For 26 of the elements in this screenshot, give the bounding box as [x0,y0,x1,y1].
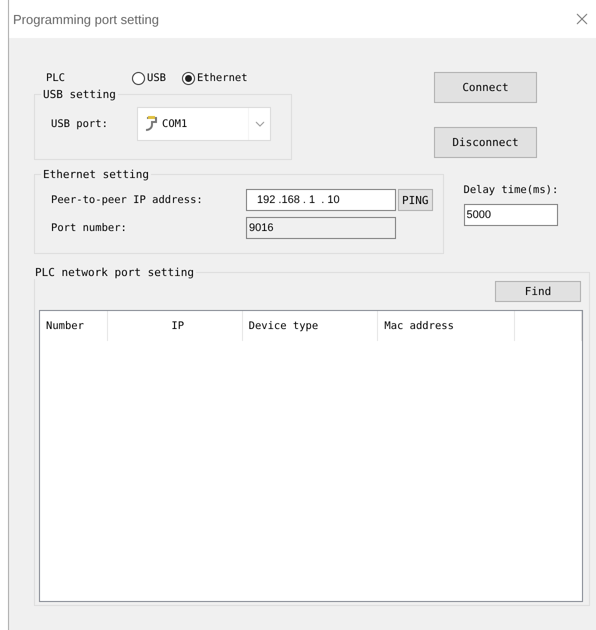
column-header[interactable]: IP [108,311,243,341]
delay-time-field[interactable]: 5000 [464,204,558,226]
group-title: Ethernet setting [42,168,150,181]
ping-button[interactable]: PING [398,189,432,211]
dialog-button[interactable]: Disconnect [434,127,537,158]
group-title: PLC network port setting [34,266,195,279]
column-header[interactable]: Device type [242,311,378,341]
plc-label: PLC [46,72,66,84]
ip-address-field[interactable]: 192 .168 . 1 . 10 [246,189,396,211]
port-number-label: Port number: [51,222,128,234]
dialog-button[interactable]: Connect [434,72,537,103]
delay-time-label: Delay time(ms): [464,184,558,196]
radio-option[interactable]: Ethernet [182,72,248,84]
find-button[interactable]: Find [495,281,581,302]
plug-icon [144,116,158,132]
radio-option[interactable]: USB [132,72,166,84]
close-icon[interactable] [576,13,588,25]
usb-port-label: USB port: [51,118,109,130]
window-title: Programming port setting [13,12,159,26]
ip-label: Peer-to-peer IP address: [51,194,204,206]
column-header[interactable]: Number [40,311,108,341]
chevron-down-icon [254,121,264,127]
port-number-field[interactable]: 9016 [246,217,396,239]
usb-port-dropdown[interactable]: COM1 [137,107,271,141]
column-header[interactable]: Mac address [378,311,516,341]
group-title: USB setting [42,88,117,101]
